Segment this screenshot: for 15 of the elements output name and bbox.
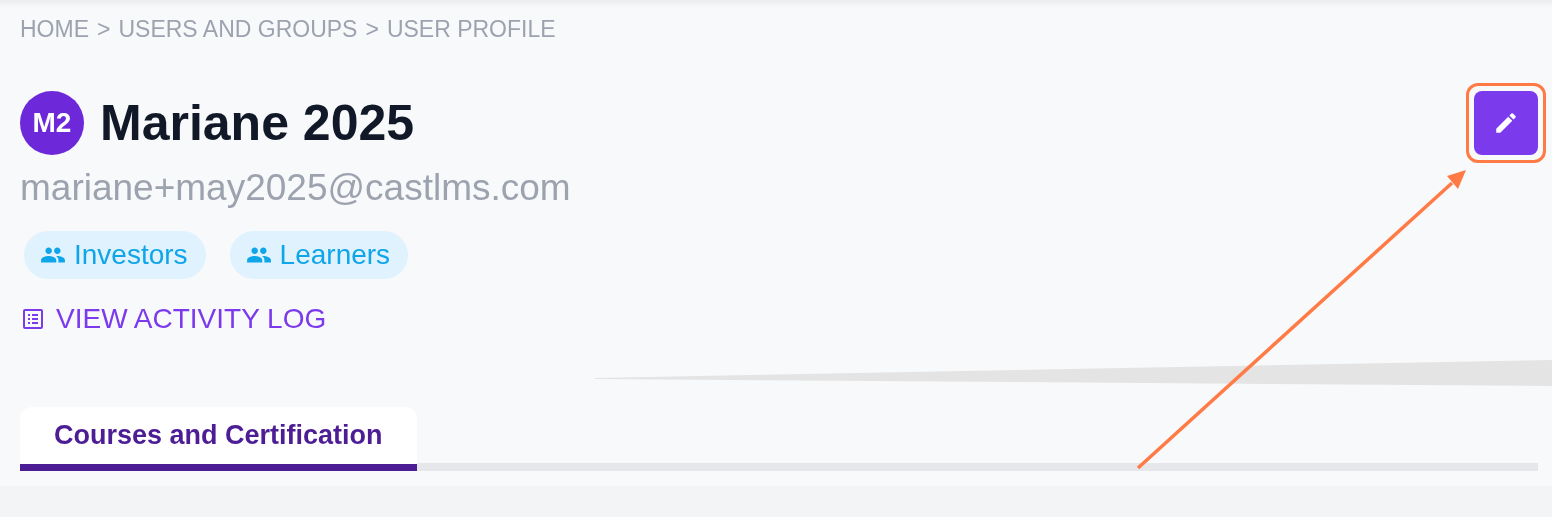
user-avatar: M2 <box>20 91 84 155</box>
user-name: Mariane 2025 <box>100 94 415 152</box>
activity-log-link[interactable]: VIEW ACTIVITY LOG <box>22 303 327 335</box>
group-chip[interactable]: Investors <box>24 231 206 279</box>
group-chip[interactable]: Learners <box>229 231 409 279</box>
list-icon <box>22 308 44 330</box>
breadcrumb-link[interactable]: USERS AND GROUPS <box>118 16 358 43</box>
breadcrumb-separator: > <box>97 16 111 43</box>
breadcrumb-link[interactable]: HOME <box>20 16 89 43</box>
tab[interactable]: Courses and Certification <box>20 407 417 471</box>
user-email: mariane+may2025@castlms.com <box>19 166 572 209</box>
breadcrumb-separator: > <box>365 16 379 43</box>
edit-button[interactable] <box>1474 91 1538 155</box>
breadcrumb-link[interactable]: USER PROFILE <box>386 16 556 43</box>
pencil-icon <box>1493 110 1519 136</box>
